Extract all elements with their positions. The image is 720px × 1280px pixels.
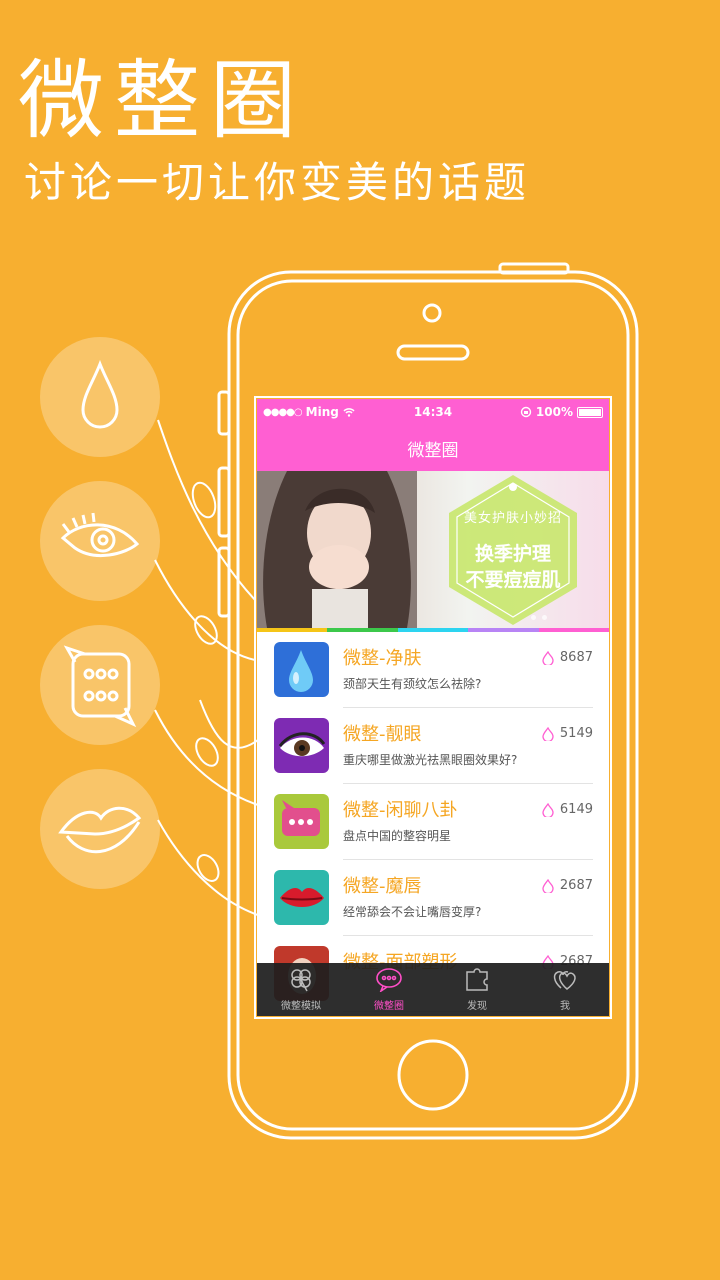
- phone-screen: ●●●●○ Ming 14:34 100% 微整圈 美女护肤小妙招 换季护理 不…: [257, 399, 609, 1016]
- tab-label: 发现: [467, 1001, 487, 1012]
- topic-title: 微整-闲聊八卦: [343, 800, 458, 821]
- eye-icon: [60, 512, 140, 557]
- tab-chat-bubble[interactable]: 微整圈: [345, 963, 433, 1016]
- hearts-icon: [551, 966, 579, 995]
- tab-label: 微整圈: [374, 1001, 404, 1012]
- lips-icon: [58, 806, 142, 854]
- flame-icon: [542, 878, 554, 893]
- tab-label: 微整模拟: [281, 1001, 321, 1012]
- hero-subtitle: 讨论一切让你变美的话题: [24, 158, 531, 207]
- topic-title: 微整-净肤: [343, 648, 422, 669]
- status-bar: ●●●●○ Ming 14:34 100%: [257, 399, 609, 425]
- clover-icon: [287, 966, 315, 995]
- topic-list: 微整-净肤颈部天生有颈纹怎么祛除? 8687 微整-靓眼重庆哪里做激光祛黑眼圈效果好…: [257, 632, 609, 1012]
- flame-icon: [542, 802, 554, 817]
- banner-photo: [257, 471, 417, 628]
- puzzle-icon: [463, 966, 491, 995]
- topic-desc: 盘点中国的整容明星: [343, 829, 452, 843]
- chat-icon: [274, 794, 329, 849]
- tab-bar: 微整模拟 微整圈 发现 我: [257, 963, 609, 1016]
- tab-hearts[interactable]: 我: [521, 963, 609, 1016]
- tab-clover[interactable]: 微整模拟: [257, 963, 345, 1016]
- topic-count: 6149: [542, 802, 593, 817]
- status-time: 14:34: [413, 405, 453, 419]
- topic-title: 微整-魔唇: [343, 876, 422, 897]
- topic-count-value: 5149: [559, 726, 593, 741]
- topic-count: 2687: [542, 878, 593, 893]
- chat-bubble-icon: [375, 966, 403, 995]
- banner-headline: 换季护理 不要痘痘肌: [453, 541, 573, 593]
- nav-title: 微整圈: [407, 440, 459, 461]
- topic-count: 5149: [542, 726, 593, 741]
- droplet-icon: [81, 359, 119, 429]
- topic-count-value: 2687: [559, 878, 593, 893]
- carousel-indicator: [531, 615, 547, 620]
- topic-count-value: 8687: [559, 650, 593, 665]
- nav-bar: 微整圈: [257, 425, 609, 471]
- topic-row[interactable]: 微整-靓眼重庆哪里做激光祛黑眼圈效果好? 5149: [257, 708, 609, 784]
- chat-circle: [40, 625, 160, 745]
- banner-small-text: 美女护肤小妙招: [463, 511, 562, 526]
- topic-desc: 经常舔会不会让嘴唇变厚?: [343, 905, 482, 919]
- promo-banner[interactable]: 美女护肤小妙招 换季护理 不要痘痘肌: [257, 471, 609, 628]
- tab-puzzle[interactable]: 发现: [433, 963, 521, 1016]
- eye-icon: [274, 718, 329, 773]
- topic-count-value: 6149: [559, 802, 593, 817]
- topic-row[interactable]: 微整-闲聊八卦盘点中国的整容明星 6149: [257, 784, 609, 860]
- tab-label: 我: [560, 1001, 570, 1012]
- topic-desc: 重庆哪里做激光祛黑眼圈效果好?: [343, 753, 518, 767]
- flame-icon: [542, 650, 554, 665]
- lips-icon: [274, 870, 329, 925]
- water-drop-icon: [274, 642, 329, 697]
- topic-desc: 颈部天生有颈纹怎么祛除?: [343, 677, 482, 691]
- eye-circle: [40, 481, 160, 601]
- hero-title: 微整圈: [18, 51, 306, 151]
- droplet-circle: [40, 337, 160, 457]
- topic-title: 微整-靓眼: [343, 724, 422, 745]
- topic-row[interactable]: 微整-净肤颈部天生有颈纹怎么祛除? 8687: [257, 632, 609, 708]
- topic-row[interactable]: 微整-魔唇经常舔会不会让嘴唇变厚? 2687: [257, 860, 609, 936]
- battery-icon: [577, 406, 603, 418]
- banner-line-1: 换季护理: [474, 543, 551, 565]
- flame-icon: [542, 726, 554, 741]
- banner-line-2: 不要痘痘肌: [465, 569, 561, 591]
- chat-bubble-icon: [63, 645, 137, 728]
- lips-circle: [40, 769, 160, 889]
- topic-count: 8687: [542, 650, 593, 665]
